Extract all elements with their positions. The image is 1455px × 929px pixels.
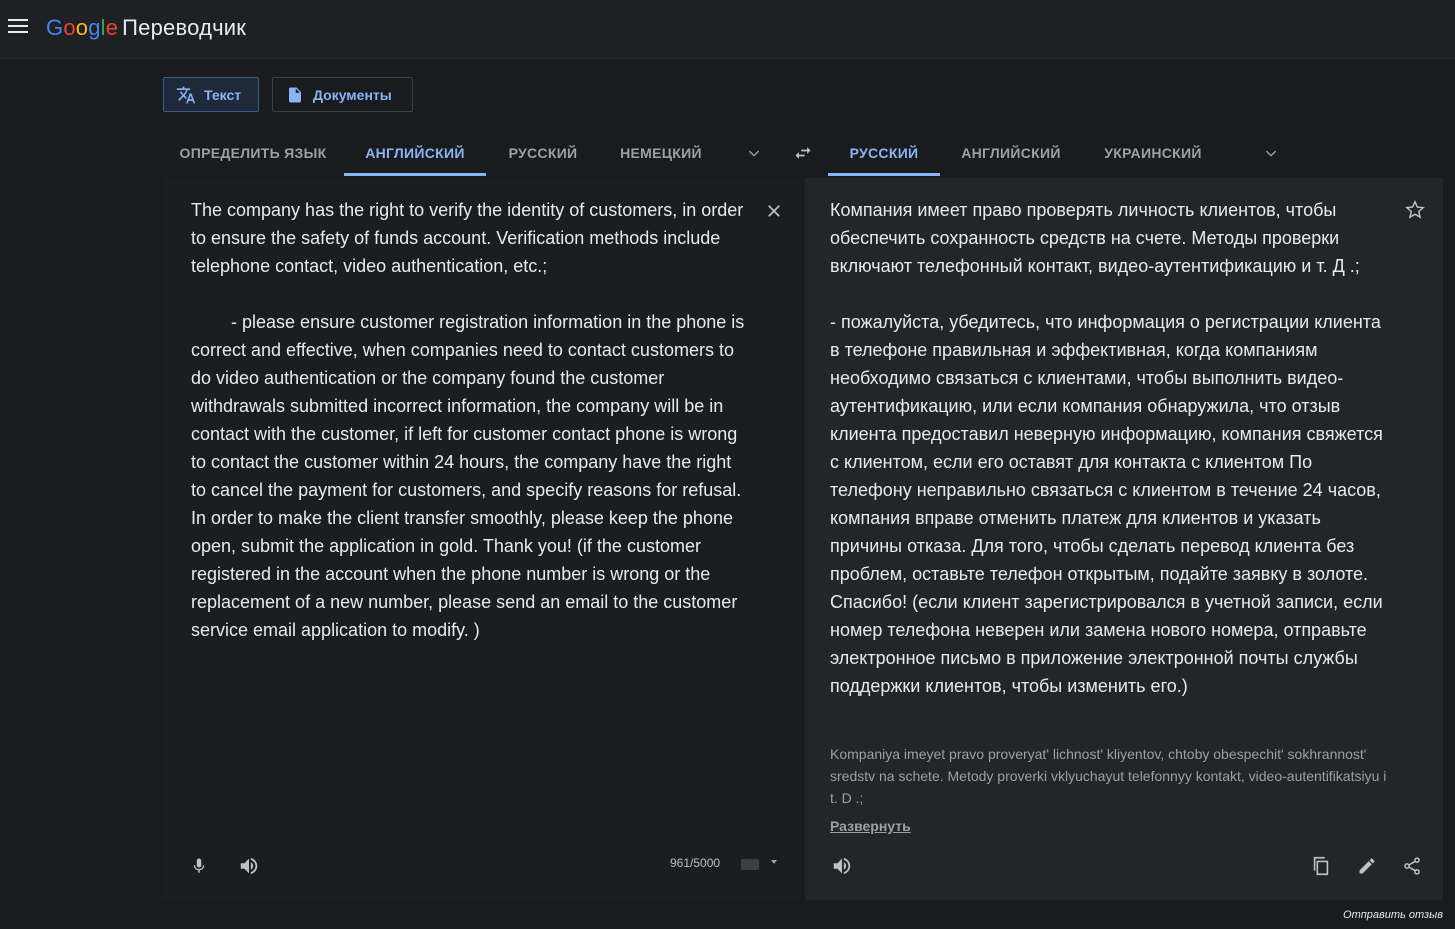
source-speaker-icon[interactable] [237, 854, 261, 878]
source-lang-more-chevron-down-icon[interactable] [746, 145, 762, 161]
translate-icon [176, 85, 196, 105]
target-lang-ukrainian[interactable]: УКРАИНСКИЙ [1090, 130, 1216, 176]
text-mode-button[interactable]: Текст [163, 77, 259, 112]
documents-mode-button[interactable]: Документы [272, 77, 413, 112]
menu-icon[interactable] [8, 19, 28, 37]
keyboard-chevron-down-icon[interactable] [771, 860, 777, 864]
target-panel: Компания имеет право проверять личность … [805, 178, 1443, 900]
product-name: Переводчик [122, 15, 247, 40]
char-counter: 961/5000 [670, 856, 721, 870]
source-lang-german[interactable]: НЕМЕЦКИЙ [606, 130, 716, 176]
close-icon[interactable] [762, 199, 786, 223]
language-bar: ОПРЕДЕЛИТЬ ЯЗЫК АНГЛИЙСКИЙ РУССКИЙ НЕМЕЦ… [0, 130, 1455, 176]
pencil-icon[interactable] [1355, 854, 1379, 878]
target-speaker-icon[interactable] [830, 854, 854, 878]
target-lang-english[interactable]: АНГЛИЙСКИЙ [950, 130, 1072, 176]
source-lang-russian[interactable]: РУССКИЙ [496, 130, 590, 176]
keyboard-icon[interactable] [741, 859, 759, 870]
star-icon[interactable] [1403, 198, 1427, 222]
source-panel: The company has the right to verify the … [163, 178, 801, 900]
documents-mode-label: Документы [313, 86, 392, 103]
source-text-input[interactable]: The company has the right to verify the … [191, 196, 751, 644]
send-feedback-link[interactable]: Отправить отзыв [1343, 909, 1443, 921]
document-icon [285, 85, 305, 105]
source-lang-detect[interactable]: ОПРЕДЕЛИТЬ ЯЗЫК [170, 130, 336, 176]
copy-icon[interactable] [1309, 854, 1333, 878]
swap-icon[interactable] [793, 143, 813, 163]
target-lang-more-chevron-down-icon[interactable] [1263, 145, 1279, 161]
top-bar: Google Переводчик [0, 0, 1455, 59]
expand-link[interactable]: Развернуть [830, 818, 911, 834]
source-lang-english[interactable]: АНГЛИЙСКИЙ [344, 130, 486, 176]
share-icon[interactable] [1400, 854, 1424, 878]
google-logo: Google [46, 15, 119, 40]
app-logo[interactable]: Google Переводчик [46, 15, 246, 41]
target-lang-russian[interactable]: РУССКИЙ [828, 130, 940, 176]
mic-icon[interactable] [187, 854, 211, 878]
transliteration-text: Kompaniya imeyet pravo proveryat' lichno… [830, 746, 1387, 806]
text-mode-label: Текст [204, 86, 242, 103]
translated-text: Компания имеет право проверять личность … [830, 200, 1383, 696]
